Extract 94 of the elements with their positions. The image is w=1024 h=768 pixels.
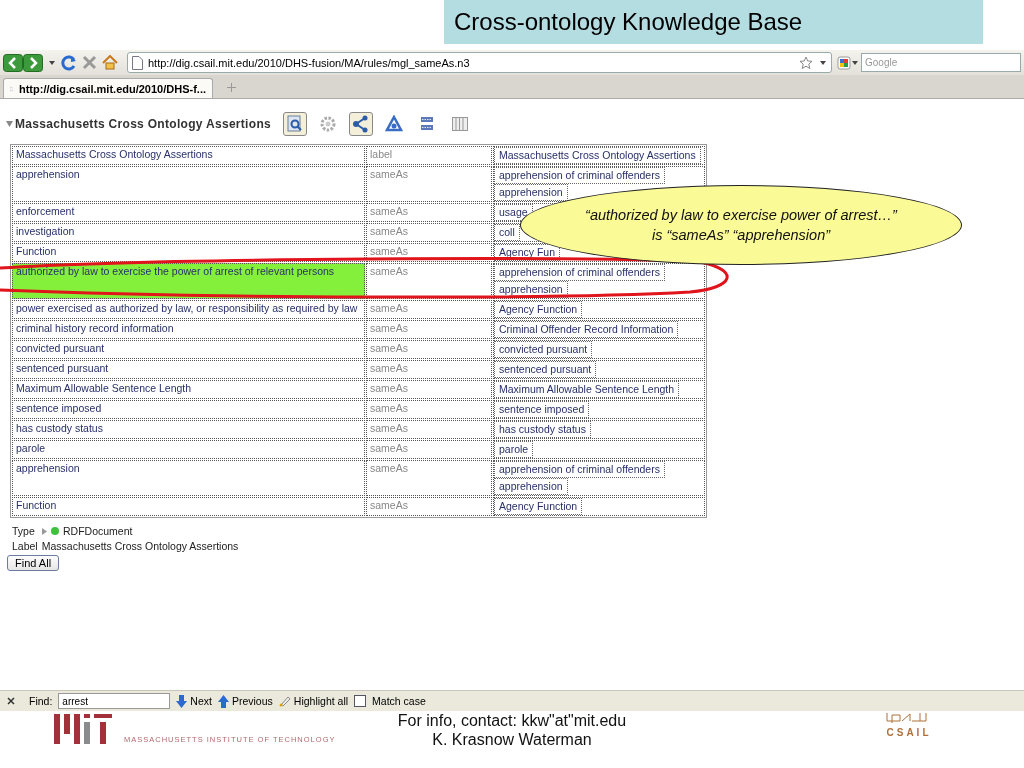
object-link[interactable]: apprehension	[494, 184, 568, 201]
back-icon[interactable]	[3, 53, 23, 72]
predicate-cell: sameAs	[366, 340, 492, 359]
object-link[interactable]: sentenced pursuant	[494, 361, 597, 378]
expand-triangle-icon[interactable]	[42, 527, 47, 535]
page-heading: Massachusetts Cross Ontology Assertions	[15, 117, 271, 131]
predicate-cell: sameAs	[366, 360, 492, 379]
search-engine-icon[interactable]	[837, 55, 859, 70]
predicate-cell: sameAs	[366, 243, 492, 262]
object-link[interactable]: apprehension of criminal offenders	[494, 167, 665, 184]
callout-text: is “sameAs” “apprehension”	[651, 226, 831, 245]
predicate-cell: sameAs	[366, 380, 492, 399]
slide-title: Cross-ontology Knowledge Base	[444, 0, 983, 44]
callout-text: “authorized by law to exercise power of arrest…”	[585, 206, 897, 225]
document-search-icon	[286, 115, 304, 133]
address-field[interactable]: http://dig.csail.mit.edu/2010/DHS-fusion/MA/rules/mgl_sameAs.n3	[127, 52, 832, 73]
subject-cell: investigation	[12, 223, 365, 242]
object-link[interactable]: has custody status	[494, 421, 591, 438]
rdf-xml-icon	[418, 115, 436, 133]
triangle-icon	[385, 115, 403, 133]
browser-tab[interactable]: http://dig.csail.mit.edu/2010/DHS-f...	[3, 78, 213, 98]
star-icon[interactable]	[799, 55, 813, 70]
highlight-all-button[interactable]: Highlight all	[278, 695, 349, 707]
subject-cell: Function	[12, 497, 365, 516]
subject-cell: parole	[12, 440, 365, 459]
reload-icon[interactable]	[61, 54, 77, 71]
predicate-cell: sameAs	[366, 166, 492, 202]
subject-cell: Maximum Allowable Sentence Length	[12, 380, 365, 399]
object-link[interactable]: Agency Function	[494, 498, 583, 515]
caret-icon[interactable]	[819, 59, 827, 66]
subject-cell: apprehension	[12, 166, 365, 202]
close-icon[interactable]	[7, 697, 15, 705]
document-view-button[interactable]	[283, 112, 307, 136]
subject-cell: power exercised as authorized by law, or responsibility as required by law	[12, 300, 365, 319]
gear-icon	[319, 115, 337, 133]
label-label: Label	[12, 540, 38, 552]
predicate-cell: sameAs	[366, 223, 492, 242]
type-value[interactable]: RDFDocument	[63, 525, 133, 537]
contact-text: For info, contact: kkw"at"mit.edu	[397, 711, 627, 730]
share-nodes-icon	[352, 115, 370, 133]
object-link[interactable]: sentence imposed	[494, 401, 590, 418]
up-arrow-icon	[217, 694, 229, 708]
find-field[interactable]: arrest	[58, 693, 171, 709]
find-all-button[interactable]: Find All	[7, 555, 60, 571]
type-label: Type	[12, 525, 36, 537]
predicate-cell: sameAs	[366, 400, 492, 419]
graph-view-button[interactable]	[349, 112, 373, 136]
status-dot-icon	[51, 527, 59, 535]
search-field[interactable]: Google	[861, 53, 1021, 72]
collapse-triangle-icon[interactable]	[6, 121, 13, 127]
subject-cell: apprehension	[12, 460, 365, 496]
mit-logo-icon	[54, 714, 112, 744]
object-link[interactable]: Massachusetts Cross Ontology Assertions	[494, 147, 701, 164]
object-link[interactable]: apprehension	[494, 281, 568, 298]
object-link[interactable]: apprehension of criminal offenders	[494, 264, 665, 281]
object-link[interactable]: Criminal Offender Record Information	[494, 321, 679, 338]
home-icon[interactable]	[102, 55, 118, 70]
lab-name: CSAIL	[886, 727, 932, 738]
predicate-cell: sameAs	[366, 203, 492, 222]
predicate-cell: sameAs	[366, 420, 492, 439]
object-link[interactable]: apprehension of criminal offenders	[494, 461, 665, 478]
caret-icon[interactable]	[48, 59, 56, 66]
object-link[interactable]: coll	[494, 224, 520, 241]
predicate-cell: sameAs	[366, 497, 492, 516]
subject-cell: convicted pursuant	[12, 340, 365, 359]
object-link[interactable]: parole	[494, 441, 534, 458]
subject-cell: Function	[12, 243, 365, 262]
forward-icon[interactable]	[23, 53, 43, 72]
highlighter-icon	[278, 695, 291, 707]
object-link[interactable]: Agency Function	[494, 301, 583, 318]
find-label: Find:	[29, 695, 53, 707]
match-case-checkbox[interactable]	[354, 695, 367, 707]
subject-cell: Massachusetts Cross Ontology Assertions	[12, 146, 365, 165]
next-button[interactable]: Next	[176, 694, 212, 708]
predicate-cell: sameAs	[366, 440, 492, 459]
author-name: K. Krasnow Waterman	[432, 730, 592, 749]
subject-cell: enforcement	[12, 203, 365, 222]
predicate-cell: label	[366, 146, 492, 165]
label-value: Massachusetts Cross Ontology Assertions	[41, 540, 239, 552]
subject-cell: has custody status	[12, 420, 365, 439]
predicate-cell: sameAs	[366, 300, 492, 319]
predicate-cell: sameAs	[366, 460, 492, 496]
match-case-label: Match case	[372, 695, 426, 707]
predicate-cell: sameAs	[366, 263, 492, 299]
subject-cell: sentenced pursuant	[12, 360, 365, 379]
subject-cell: criminal history record information	[12, 320, 365, 339]
subject-cell: sentence imposed	[12, 400, 365, 419]
down-arrow-icon	[176, 694, 188, 708]
previous-button[interactable]: Previous	[217, 694, 273, 708]
object-link[interactable]: apprehension	[494, 478, 568, 495]
object-link[interactable]: convicted pursuant	[494, 341, 593, 358]
predicate-cell: sameAs	[366, 320, 492, 339]
columns-icon	[451, 115, 469, 133]
object-link[interactable]: Maximum Allowable Sentence Length	[494, 381, 680, 398]
